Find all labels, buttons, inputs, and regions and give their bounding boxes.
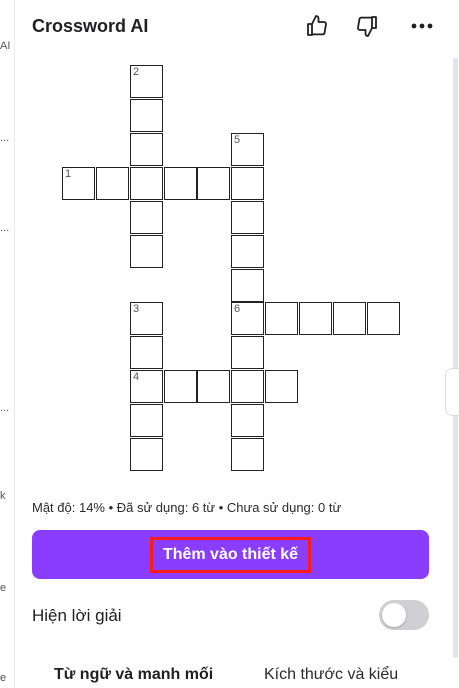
clue-number: 1 [65, 168, 72, 180]
toggle-knob [382, 603, 406, 627]
grid-cell[interactable] [333, 302, 366, 335]
grid-cell[interactable] [299, 302, 332, 335]
grid-cell[interactable]: 2 [130, 65, 163, 98]
thumbs-up-icon [307, 15, 327, 36]
grid-cell[interactable] [231, 201, 264, 234]
grid-cell[interactable] [367, 302, 400, 335]
grid-cell[interactable] [130, 404, 163, 437]
left-fragment: ... [0, 132, 10, 144]
show-solution-toggle[interactable] [379, 600, 429, 630]
panel-scrollbar[interactable] [453, 48, 459, 668]
grid-cell[interactable] [130, 438, 163, 471]
grid-cell[interactable] [197, 167, 230, 200]
grid-cell[interactable] [96, 167, 129, 200]
show-solution-label: Hiện lời giải [32, 606, 122, 625]
clue-number: 2 [133, 66, 140, 78]
scrollbar-thumb[interactable] [453, 58, 458, 658]
app-title: Crossword AI [32, 16, 149, 36]
more-options-button[interactable] [408, 12, 436, 40]
grid-cell[interactable]: 1 [62, 167, 95, 200]
left-fragment: e [0, 672, 7, 684]
thumbs-down-icon [357, 16, 377, 37]
grid-cell[interactable]: 4 [130, 370, 163, 403]
add-to-design-button[interactable]: Thêm vào thiết kế [32, 530, 429, 579]
grid-cell[interactable]: 5 [231, 133, 264, 166]
thumbs-down-button[interactable] [353, 12, 381, 40]
grid-cell[interactable] [265, 370, 298, 403]
grid-cell[interactable] [130, 235, 163, 268]
left-fragment: ... [0, 402, 10, 414]
grid-cell[interactable] [231, 404, 264, 437]
sidebar-divider [14, 0, 15, 688]
left-sidebar-strip: AI ... ... ... k e e [0, 0, 12, 688]
left-fragment: AI [0, 40, 11, 52]
grid-cell[interactable] [164, 370, 197, 403]
grid-cell[interactable] [231, 370, 264, 403]
grid-cell[interactable] [231, 336, 264, 369]
grid-cell[interactable] [130, 167, 163, 200]
clue-number: 4 [133, 371, 140, 383]
tab-size-and-style[interactable]: Kích thước và kiểu [264, 666, 398, 684]
grid-cell[interactable] [231, 235, 264, 268]
tab-words-and-clues[interactable]: Từ ngữ và manh mối [54, 666, 213, 684]
grid-cell[interactable] [265, 302, 298, 335]
left-fragment: ... [0, 222, 10, 234]
grid-cell[interactable] [197, 370, 230, 403]
add-to-design-label: Thêm vào thiết kế [149, 536, 312, 573]
clue-number: 6 [234, 303, 241, 315]
more-icon [411, 23, 433, 29]
grid-cell[interactable] [130, 201, 163, 234]
panel-resize-handle[interactable] [445, 368, 459, 416]
grid-cell[interactable] [231, 438, 264, 471]
grid-cell[interactable]: 3 [130, 302, 163, 335]
grid-cell[interactable] [130, 133, 163, 166]
grid-cell[interactable] [231, 269, 264, 302]
grid-cell[interactable]: 6 [231, 302, 264, 335]
clue-number: 3 [133, 303, 140, 315]
left-fragment: e [0, 582, 7, 594]
grid-cell[interactable] [130, 99, 163, 132]
thumbs-up-button[interactable] [303, 12, 331, 40]
clue-number: 5 [234, 134, 241, 146]
grid-cell[interactable] [231, 167, 264, 200]
crossword-stats: Mật độ: 14% • Đã sử dụng: 6 từ • Chưa sử… [32, 500, 342, 515]
grid-cell[interactable] [164, 167, 197, 200]
grid-cell[interactable] [130, 336, 163, 369]
left-fragment: k [0, 490, 6, 502]
